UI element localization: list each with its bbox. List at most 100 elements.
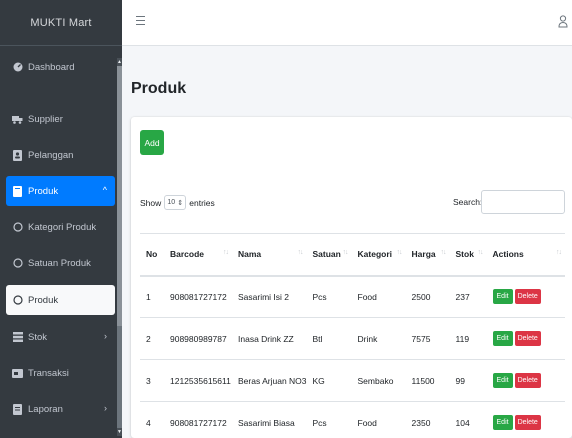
sidebar-item-label: Dashboard <box>28 61 75 73</box>
select-arrows-icon: ⇕ <box>177 199 184 207</box>
cell-barcode: 908980989787 <box>164 317 232 360</box>
cell-kategori: Sembako <box>351 359 406 402</box>
cell-harga: 2350 <box>405 401 450 438</box>
cell-actions: Edit Delete <box>486 359 565 402</box>
cell-satuan: KG <box>306 359 352 402</box>
sidebar-item-supplier[interactable]: Supplier <box>6 104 115 134</box>
cell-nama: Inasa Drink ZZ <box>232 317 307 360</box>
sort-icon: ↑↓ <box>440 249 447 256</box>
circle-icon <box>12 258 23 269</box>
cell-barcode: 908081727172 <box>164 401 232 438</box>
report-icon <box>12 403 23 415</box>
brand-text: MUKTI Mart <box>30 16 92 29</box>
sidebar-item-stok[interactable]: Stok › <box>6 322 115 352</box>
cell-barcode: 1212535615611 <box>164 359 232 402</box>
sidebar-item-label: Produk <box>28 294 59 306</box>
sidebar-item-label: Transaksi <box>28 367 69 379</box>
search-input[interactable] <box>481 190 565 214</box>
entries-label: entries <box>189 197 215 208</box>
show-label: Show <box>140 197 162 208</box>
sort-icon: ↑↓ <box>396 249 403 256</box>
delete-button[interactable]: Delete <box>514 331 541 346</box>
cell-stok: 99 <box>449 359 487 402</box>
cell-harga: 2500 <box>405 275 450 318</box>
sidebar-scrollbar-thumb[interactable] <box>117 66 122 326</box>
sidebar-item-label: Kategori Produk <box>28 221 97 233</box>
table-row: 1 908081727172 Sasarimi Isi 2 Pcs Food 2… <box>140 275 565 318</box>
edit-button[interactable]: Edit <box>492 373 513 388</box>
sidebar-item-pelanggan[interactable]: Pelanggan <box>6 140 115 170</box>
dashboard-icon <box>12 62 23 73</box>
product-box-icon <box>12 185 23 197</box>
cell-nama: Beras Arjuan NO3 <box>232 359 307 402</box>
address-book-icon <box>12 149 23 161</box>
sidebar-item-produk-sub[interactable]: Produk <box>6 285 115 315</box>
delete-button[interactable]: Delete <box>514 289 541 305</box>
sidebar-item-produk[interactable]: Produk ^ <box>6 176 115 206</box>
chevron-right-icon: › <box>104 403 107 413</box>
sidebar-item-satuan-produk[interactable]: Satuan Produk <box>6 248 115 278</box>
cell-kategori: Food <box>351 275 406 318</box>
sort-icon: ↑↓ <box>297 249 304 256</box>
transaction-icon <box>12 368 23 379</box>
sort-icon: ↑↓ <box>342 249 349 256</box>
cell-stok: 104 <box>449 401 487 438</box>
cell-satuan: Pcs <box>306 401 352 438</box>
table-header-row: No Barcode ↑↓ Nama ↑↓ Satuan ↑↓ Kategori ↑↓ … <box>140 233 565 277</box>
product-card: Add Show 10 ⇕ entries Search: No Barcode… <box>131 117 572 438</box>
sidebar-scrollbar[interactable] <box>117 66 122 428</box>
top-navbar <box>122 0 572 46</box>
add-product-button[interactable]: Add <box>140 130 164 155</box>
cell-nama: Sasarimi Biasa <box>232 401 307 438</box>
cell-barcode: 908081727172 <box>164 275 232 318</box>
table-row: 3 1212535615611 Beras Arjuan NO3 KG Semb… <box>140 359 565 402</box>
column-header-harga[interactable]: Harga ↑↓ <box>405 233 450 277</box>
cell-satuan: Btl <box>306 317 352 360</box>
sidebar-item-label: Supplier <box>28 113 63 125</box>
sidebar-item-laporan[interactable]: Laporan › <box>6 394 115 424</box>
edit-button[interactable]: Edit <box>492 289 513 305</box>
cell-no: 1 <box>140 275 164 318</box>
cell-stok: 119 <box>449 317 487 360</box>
column-header-barcode[interactable]: Barcode ↑↓ <box>164 233 232 277</box>
column-header-kategori[interactable]: Kategori ↑↓ <box>351 233 406 277</box>
edit-button[interactable]: Edit <box>492 331 513 346</box>
entries-value: 10 <box>167 199 176 206</box>
column-header-actions[interactable]: Actions ↑↓ <box>486 233 565 277</box>
cell-kategori: Food <box>351 401 406 438</box>
entries-length-control: Show 10 ⇕ entries <box>140 195 215 210</box>
scroll-down-arrow[interactable]: ▼ <box>117 428 122 436</box>
delete-button[interactable]: Delete <box>514 415 541 431</box>
cell-no: 2 <box>140 317 164 360</box>
cell-no: 3 <box>140 359 164 402</box>
search-label: Search: <box>453 197 483 207</box>
chevron-right-icon: › <box>104 331 107 341</box>
cell-actions: Edit Delete <box>486 275 565 318</box>
column-header-satuan[interactable]: Satuan ↑↓ <box>306 233 352 277</box>
sidebar-item-dashboard[interactable]: Dashboard <box>6 52 115 82</box>
sidebar-item-kategori-produk[interactable]: Kategori Produk <box>6 212 115 242</box>
entries-select[interactable]: 10 ⇕ <box>164 195 187 210</box>
delete-button[interactable]: Delete <box>514 373 541 388</box>
cell-satuan: Pcs <box>306 275 352 318</box>
sort-icon: ↑↓ <box>223 249 229 256</box>
user-icon[interactable] <box>558 14 568 30</box>
edit-button[interactable]: Edit <box>492 415 513 431</box>
menu-toggle-icon[interactable] <box>136 16 145 26</box>
cell-stok: 237 <box>449 275 487 318</box>
sidebar: MUKTI Mart Dashboard Supplier Pelanggan … <box>0 0 122 438</box>
brand-link[interactable]: MUKTI Mart <box>0 0 122 46</box>
chevron-down-icon: ^ <box>102 185 107 195</box>
sidebar-item-transaksi[interactable]: Transaksi <box>6 358 115 388</box>
column-header-nama[interactable]: Nama ↑↓ <box>232 233 307 277</box>
cell-actions: Edit Delete <box>486 317 565 360</box>
scroll-up-arrow[interactable]: ▲ <box>117 58 122 66</box>
circle-icon <box>12 222 23 233</box>
column-header-no[interactable]: No <box>140 233 164 277</box>
column-header-stok[interactable]: Stok ↑↓ <box>449 233 487 277</box>
stock-icon <box>12 332 23 343</box>
truck-icon <box>12 114 23 125</box>
cell-no: 4 <box>140 401 164 438</box>
table-row: 4 908081727172 Sasarimi Biasa Pcs Food 2… <box>140 401 565 438</box>
cell-actions: Edit Delete <box>486 401 565 438</box>
